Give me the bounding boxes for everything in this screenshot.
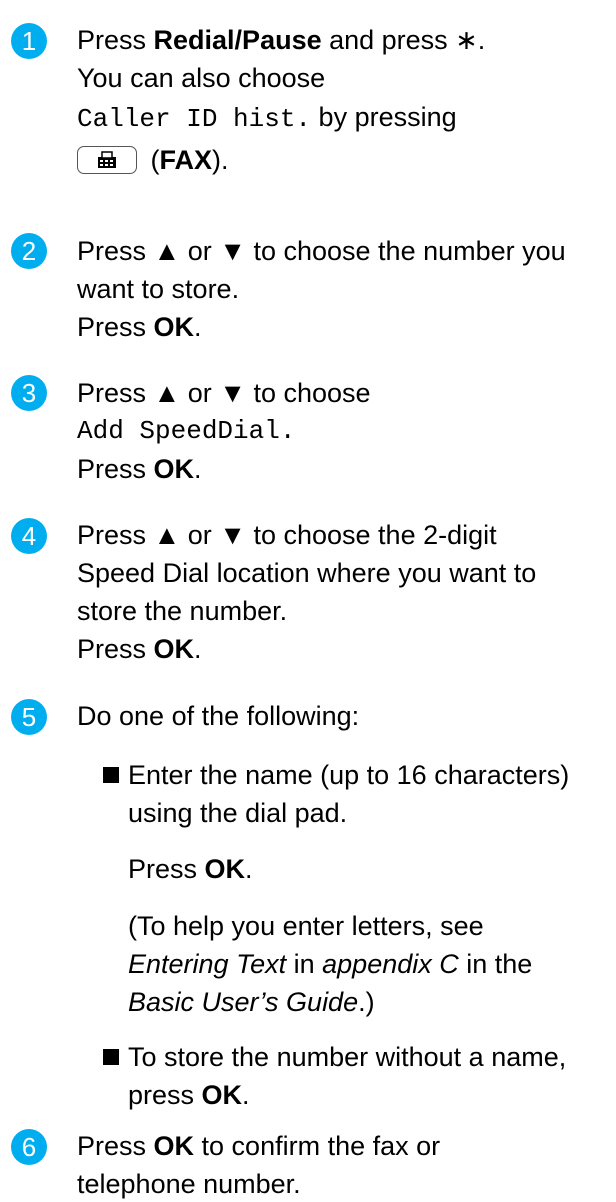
option-2-line-1: To store the number without a name,	[128, 1042, 567, 1072]
bullet-square-icon	[103, 1049, 119, 1065]
ok-key: OK	[153, 312, 195, 342]
option-1-line-2: using the dial pad.	[128, 798, 348, 828]
option-2-line-2: press OK.	[128, 1080, 250, 1110]
step-6-line-1: Press OK to confirm the fax or	[77, 1131, 441, 1161]
ok-key: OK	[204, 854, 246, 884]
step-4-line-4: Press OK.	[77, 634, 202, 664]
step-number-badge: 1	[11, 23, 47, 59]
step-1-line-1: Press Redial/Pause and press ∗.	[77, 25, 486, 55]
option-1-note-line-3: Basic User’s Guide.)	[128, 987, 375, 1017]
step-3-line-1: Press ▲ or ▼ to choose	[77, 378, 371, 408]
bullet-square-icon	[103, 767, 119, 783]
step-number-badge: 2	[11, 233, 47, 269]
step-4-line-1: Press ▲ or ▼ to choose the 2-digit	[77, 520, 497, 550]
step-number-badge: 4	[11, 518, 47, 554]
lcd-option-caller-id-hist: Caller ID hist.	[77, 104, 312, 134]
step-1-line-4: (FAX).	[77, 142, 229, 178]
step-2-line-1: Press ▲ or ▼ to choose the number you	[77, 236, 566, 266]
option-1-line-1: Enter the name (up to 16 characters)	[128, 760, 570, 790]
step-5-line-1: Do one of the following:	[77, 701, 360, 731]
step-number-badge: 3	[11, 375, 47, 411]
option-1-note-line-1: (To help you enter letters, see	[128, 911, 484, 941]
lcd-option-add-speeddial: Add SpeedDial.	[77, 416, 296, 446]
step-1-line-2: You can also choose	[77, 63, 326, 93]
step-number-badge: 5	[11, 699, 47, 735]
option-1-note-line-2: Entering Text in appendix C in the	[128, 949, 533, 979]
step-6-line-2: telephone number.	[77, 1169, 301, 1199]
step-1-line-3: Caller ID hist. by pressing	[77, 102, 457, 134]
fax-button-icon	[77, 145, 137, 174]
ok-key: OK	[201, 1080, 243, 1110]
ok-key: OK	[153, 454, 195, 484]
step-4-line-3: store the number.	[77, 596, 288, 626]
option-1-press-ok: Press OK.	[128, 854, 253, 884]
step-number-badge: 6	[11, 1129, 47, 1165]
step-4-line-2: Speed Dial location where you want to	[77, 558, 537, 588]
redial-pause-key: Redial/Pause	[153, 25, 322, 55]
step-2-line-3: Press OK.	[77, 312, 202, 342]
step-3-line-3: Press OK.	[77, 454, 202, 484]
step-2-line-2: want to store.	[77, 274, 240, 304]
ok-key: OK	[153, 1131, 195, 1161]
ok-key: OK	[153, 634, 195, 664]
